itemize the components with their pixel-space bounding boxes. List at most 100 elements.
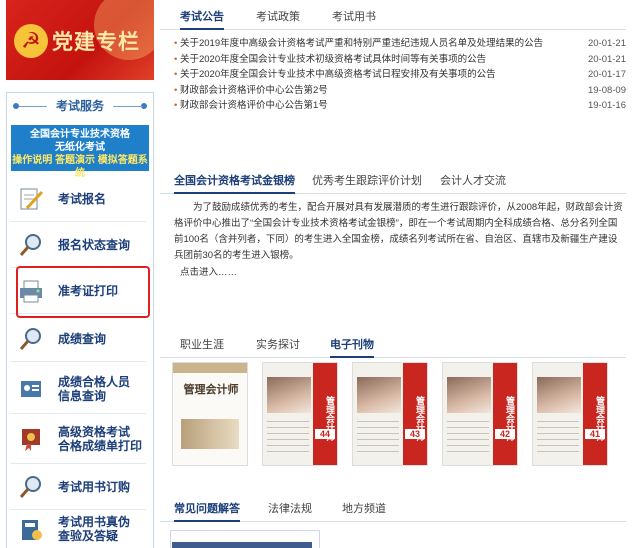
tab-local-channel[interactable]: 地方频道: [342, 498, 386, 522]
party-banner-title: 党建专栏: [52, 31, 140, 54]
tab-talent-exchange[interactable]: 会计人才交流: [440, 170, 506, 194]
cover-text-lines: [357, 421, 399, 457]
cover-text-lines: [267, 421, 309, 457]
tab-gold-silver-list[interactable]: 全国会计资格考试金银榜: [174, 170, 295, 194]
sidebar-item-label: 成绩合格人员 信息查询: [58, 375, 130, 403]
banner-line-1: 全国会计专业技术资格: [30, 129, 130, 140]
cover-band: [173, 363, 247, 373]
list-item[interactable]: 关于2019年度中高级会计资格考试严重和特别严重违纪违规人员名单及处理结果的公告…: [174, 36, 626, 52]
magazine-cover[interactable]: 管理会计师 44: [262, 362, 338, 466]
main-content: 考试公告 考试政策 考试用书 关于2019年度中高级会计资格考试严重和特别严重违…: [160, 0, 640, 548]
enter-link[interactable]: 点击进入……: [180, 264, 237, 278]
bullet-dot-icon: [141, 103, 147, 109]
news-date: 20-01-21: [587, 53, 626, 65]
news-date: 20-01-21: [587, 38, 626, 49]
issue-number: 42: [495, 429, 515, 439]
magazine-cover[interactable]: 管理会计师: [172, 362, 248, 466]
sidebar-item-label: 考试用书真伪 查验及答疑: [58, 515, 130, 543]
magazine-cover[interactable]: 管理会计师 42: [442, 362, 518, 466]
magnifier-icon: [18, 232, 44, 258]
service-title-text: 考试服务: [55, 99, 104, 113]
news-date: 20-01-17: [587, 69, 626, 80]
journal-tabs: 职业生涯 实务探讨 电子刊物: [160, 334, 626, 358]
issue-number: 44: [315, 429, 335, 439]
tab-exam-policy[interactable]: 考试政策: [256, 6, 300, 30]
service-panel-title: 考试服务: [7, 93, 153, 119]
sidebar-item-book-order[interactable]: 考试用书订购: [10, 464, 146, 510]
sidebar-item-senior-transcript-print[interactable]: 高级资格考试 合格成绩单打印: [10, 414, 146, 464]
pen-paper-icon: [18, 186, 44, 212]
magazine-title: 管理会计师: [583, 363, 607, 465]
magazine-cover[interactable]: 管理会计师 43: [352, 362, 428, 466]
sidebar-item-label: 考试用书订购: [58, 479, 131, 494]
admission-ticket-highlight-box: [16, 266, 150, 318]
paperless-exam-banner[interactable]: 全国会计专业技术资格 无纸化考试 操作说明 答题演示 模拟答题系统: [11, 125, 149, 179]
party-emblem-icon: ☭: [14, 24, 48, 58]
faq-list-preview: [172, 542, 312, 548]
person-card-icon: [18, 376, 44, 402]
cover-image: [181, 419, 239, 449]
magazine-title: 管理会计师: [313, 363, 337, 465]
magazine-cover[interactable]: 管理会计师 41: [532, 362, 608, 466]
news-title[interactable]: 财政部会计资格评价中心公告第1号: [174, 98, 328, 114]
news-title[interactable]: 关于2020年度全国会计专业技术中高级资格考试日程安排及有关事项的公告: [174, 67, 496, 83]
list-item[interactable]: 关于2020年度全国会计专业技术初级资格考试具体时间等有关事项的公告 20-01-…: [174, 52, 626, 68]
news-title[interactable]: 财政部会计资格评价中心公告第2号: [174, 83, 328, 99]
tab-exam-announcement[interactable]: 考试公告: [180, 6, 224, 30]
honor-roll-description: 为了鼓励成绩优秀的考生，配合开展对具有发展潜质的考生进行跟踪评价，从2008年起…: [174, 202, 623, 261]
tab-exam-books[interactable]: 考试用书: [332, 6, 376, 30]
honor-roll-tabs: 全国会计资格考试金银榜 优秀考生跟踪评价计划 会计人才交流: [160, 170, 626, 194]
tab-excellent-candidate-plan[interactable]: 优秀考生跟踪评价计划: [312, 170, 422, 194]
news-date: 19-01-16: [587, 100, 626, 111]
cover-text-lines: [447, 421, 489, 457]
left-column: ☭ 党建专栏 考试服务 全国会计专业技术资格 无纸化考试 操作说明 答题演示 模…: [0, 0, 156, 548]
magazine-gallery: 管理会计师 管理会计师 44 管理会计师 43 管理会计师 42 管理会计师 4…: [172, 362, 628, 468]
sidebar-item-score-query[interactable]: 成绩查询: [10, 316, 146, 362]
cover-image: [447, 377, 491, 413]
tab-e-journal[interactable]: 电子刊物: [330, 334, 374, 358]
list-item[interactable]: 财政部会计资格评价中心公告第1号 19-01-16: [174, 98, 626, 114]
magnifier-icon: [18, 474, 44, 500]
sidebar-item-label: 成绩查询: [58, 331, 107, 346]
list-item[interactable]: 关于2020年度全国会计专业技术中高级资格考试日程安排及有关事项的公告 20-01…: [174, 67, 626, 83]
tab-career[interactable]: 职业生涯: [180, 334, 224, 358]
book-check-icon: [18, 516, 44, 542]
banner-line-2: 无纸化考试: [55, 142, 105, 153]
cover-image: [357, 377, 401, 413]
tab-laws[interactable]: 法律法规: [268, 498, 312, 522]
cover-text-lines: [537, 421, 579, 457]
news-list: 关于2019年度中高级会计资格考试严重和特别严重违纪违规人员名单及处理结果的公告…: [174, 36, 626, 114]
label-line-1: 考试用书真伪: [58, 515, 131, 529]
label-line-2: 合格成绩单打印: [58, 438, 143, 453]
sidebar-item-label: 报名状态查询: [58, 237, 131, 252]
label-line-1: 成绩合格人员: [58, 374, 131, 389]
tab-faq[interactable]: 常见问题解答: [174, 498, 240, 522]
party-building-banner[interactable]: ☭ 党建专栏: [6, 0, 154, 80]
magazine-title: 管理会计师: [493, 363, 517, 465]
label-line-2: 查验及答疑: [58, 529, 119, 543]
bullet-dot-icon: [13, 103, 19, 109]
tab-practice[interactable]: 实务探讨: [256, 334, 300, 358]
sidebar-item-label: 考试报名: [58, 191, 107, 206]
list-item[interactable]: 财政部会计资格评价中心公告第2号 19-08-09: [174, 83, 626, 99]
sidebar-item-exam-registration[interactable]: 考试报名: [10, 176, 146, 222]
news-date: 19-08-09: [587, 84, 626, 96]
sidebar-item-registration-status[interactable]: 报名状态查询: [10, 222, 146, 268]
issue-number: 41: [585, 429, 605, 439]
ribbon-certificate-icon: [18, 426, 44, 452]
sidebar-item-label: 高级资格考试 合格成绩单打印: [58, 425, 142, 453]
sidebar-item-qualified-info-query[interactable]: 成绩合格人员 信息查询: [10, 364, 146, 414]
magazine-title: 管理会计师: [403, 363, 427, 465]
label-line-1: 高级资格考试: [58, 424, 131, 439]
magnifier-icon: [18, 326, 44, 352]
faq-tabs: 常见问题解答 法律法规 地方频道: [160, 498, 626, 522]
issue-number: 43: [405, 429, 425, 439]
announcement-tabs: 考试公告 考试政策 考试用书: [160, 6, 626, 30]
cover-image: [537, 377, 581, 413]
news-title[interactable]: 关于2020年度全国会计专业技术初级资格考试具体时间等有关事项的公告: [174, 52, 486, 68]
magazine-title: 管理会计师: [183, 384, 239, 396]
cover-image: [267, 377, 311, 413]
sidebar-item-book-verification[interactable]: 考试用书真伪 查验及答疑: [10, 510, 146, 548]
label-line-2: 信息查询: [58, 388, 107, 403]
news-title[interactable]: 关于2019年度中高级会计资格考试严重和特别严重违纪违规人员名单及处理结果的公告: [174, 36, 543, 52]
